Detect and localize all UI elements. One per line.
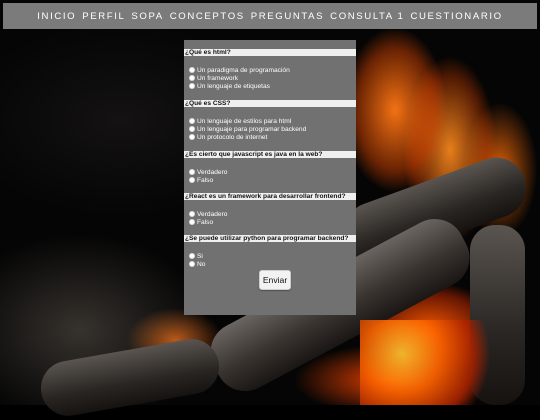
question-block: ¿Qué es CSS? Un lenguaje de estilos para… xyxy=(184,100,356,141)
radio-button[interactable] xyxy=(189,75,195,81)
radio-button[interactable] xyxy=(189,261,195,267)
question-title: ¿Qué es html? xyxy=(184,49,356,56)
radio-button[interactable] xyxy=(189,126,195,132)
question-title: ¿Qué es CSS? xyxy=(184,100,356,107)
radio-button[interactable] xyxy=(189,67,195,73)
answer-option[interactable]: Falso xyxy=(184,176,356,184)
answer-option[interactable]: Un framework xyxy=(184,74,356,82)
radio-button[interactable] xyxy=(189,219,195,225)
answer-option[interactable]: Verdadero xyxy=(184,210,356,218)
answer-label: Un framework xyxy=(197,74,239,82)
answer-option[interactable]: Un protocolo de internet xyxy=(184,133,356,141)
nav-link-consulta-1[interactable]: CONSULTA 1 xyxy=(330,11,404,22)
answer-option[interactable]: Un lenguaje de etiquetas xyxy=(184,82,356,90)
answer-label: Un lenguaje de estilos para html xyxy=(197,117,292,125)
answer-option[interactable]: No xyxy=(184,260,356,268)
radio-button[interactable] xyxy=(189,83,195,89)
radio-button[interactable] xyxy=(189,169,195,175)
log-image-part xyxy=(36,334,224,420)
answer-label: Falso xyxy=(197,176,214,184)
nav-link-sopa[interactable]: SOPA xyxy=(131,11,163,22)
submit-button[interactable]: Enviar xyxy=(259,270,291,290)
radio-button[interactable] xyxy=(189,177,195,183)
question-block: ¿Se puede utilizar python para programar… xyxy=(184,235,356,268)
answer-label: Un protocolo de internet xyxy=(197,133,268,141)
answer-option[interactable]: Si xyxy=(184,252,356,260)
radio-button[interactable] xyxy=(189,134,195,140)
answer-label: Si xyxy=(197,252,203,260)
answer-option[interactable]: Verdadero xyxy=(184,168,356,176)
answer-label: Un lenguaje para programar backend xyxy=(197,125,307,133)
nav-link-cuestionario[interactable]: CUESTIONARIO xyxy=(410,11,502,22)
answer-label: Falso xyxy=(197,218,214,226)
answer-option[interactable]: Un lenguaje de estilos para html xyxy=(184,117,356,125)
answer-label: Verdadero xyxy=(197,168,228,176)
nav-link-perfil[interactable]: PERFIL xyxy=(82,11,125,22)
answer-label: Verdadero xyxy=(197,210,228,218)
answer-option[interactable]: Falso xyxy=(184,218,356,226)
top-navigation: INICIO PERFIL SOPA CONCEPTOS PREGUNTAS C… xyxy=(3,3,537,29)
question-block: ¿Qué es html? Un paradigma de programaci… xyxy=(184,49,356,90)
answer-label: Un paradigma de programación xyxy=(197,66,290,74)
question-block: ¿React es un framework para desarrollar … xyxy=(184,193,356,226)
answer-label: Un lenguaje de etiquetas xyxy=(197,82,270,90)
question-title: ¿Se puede utilizar python para programar… xyxy=(184,235,356,242)
answer-label: No xyxy=(197,260,206,268)
radio-button[interactable] xyxy=(189,211,195,217)
nav-link-preguntas[interactable]: PREGUNTAS xyxy=(251,11,324,22)
answer-option[interactable]: Un paradigma de programación xyxy=(184,66,356,74)
radio-button[interactable] xyxy=(189,253,195,259)
question-title: ¿React es un framework para desarrollar … xyxy=(184,193,356,200)
radio-button[interactable] xyxy=(189,118,195,124)
embers-image-part xyxy=(360,320,500,405)
question-title: ¿Es cierto que javascript es java en la … xyxy=(184,151,356,158)
nav-link-conceptos[interactable]: CONCEPTOS xyxy=(170,11,245,22)
question-block: ¿Es cierto que javascript es java en la … xyxy=(184,151,356,184)
nav-link-inicio[interactable]: INICIO xyxy=(37,11,76,22)
answer-option[interactable]: Un lenguaje para programar backend xyxy=(184,125,356,133)
